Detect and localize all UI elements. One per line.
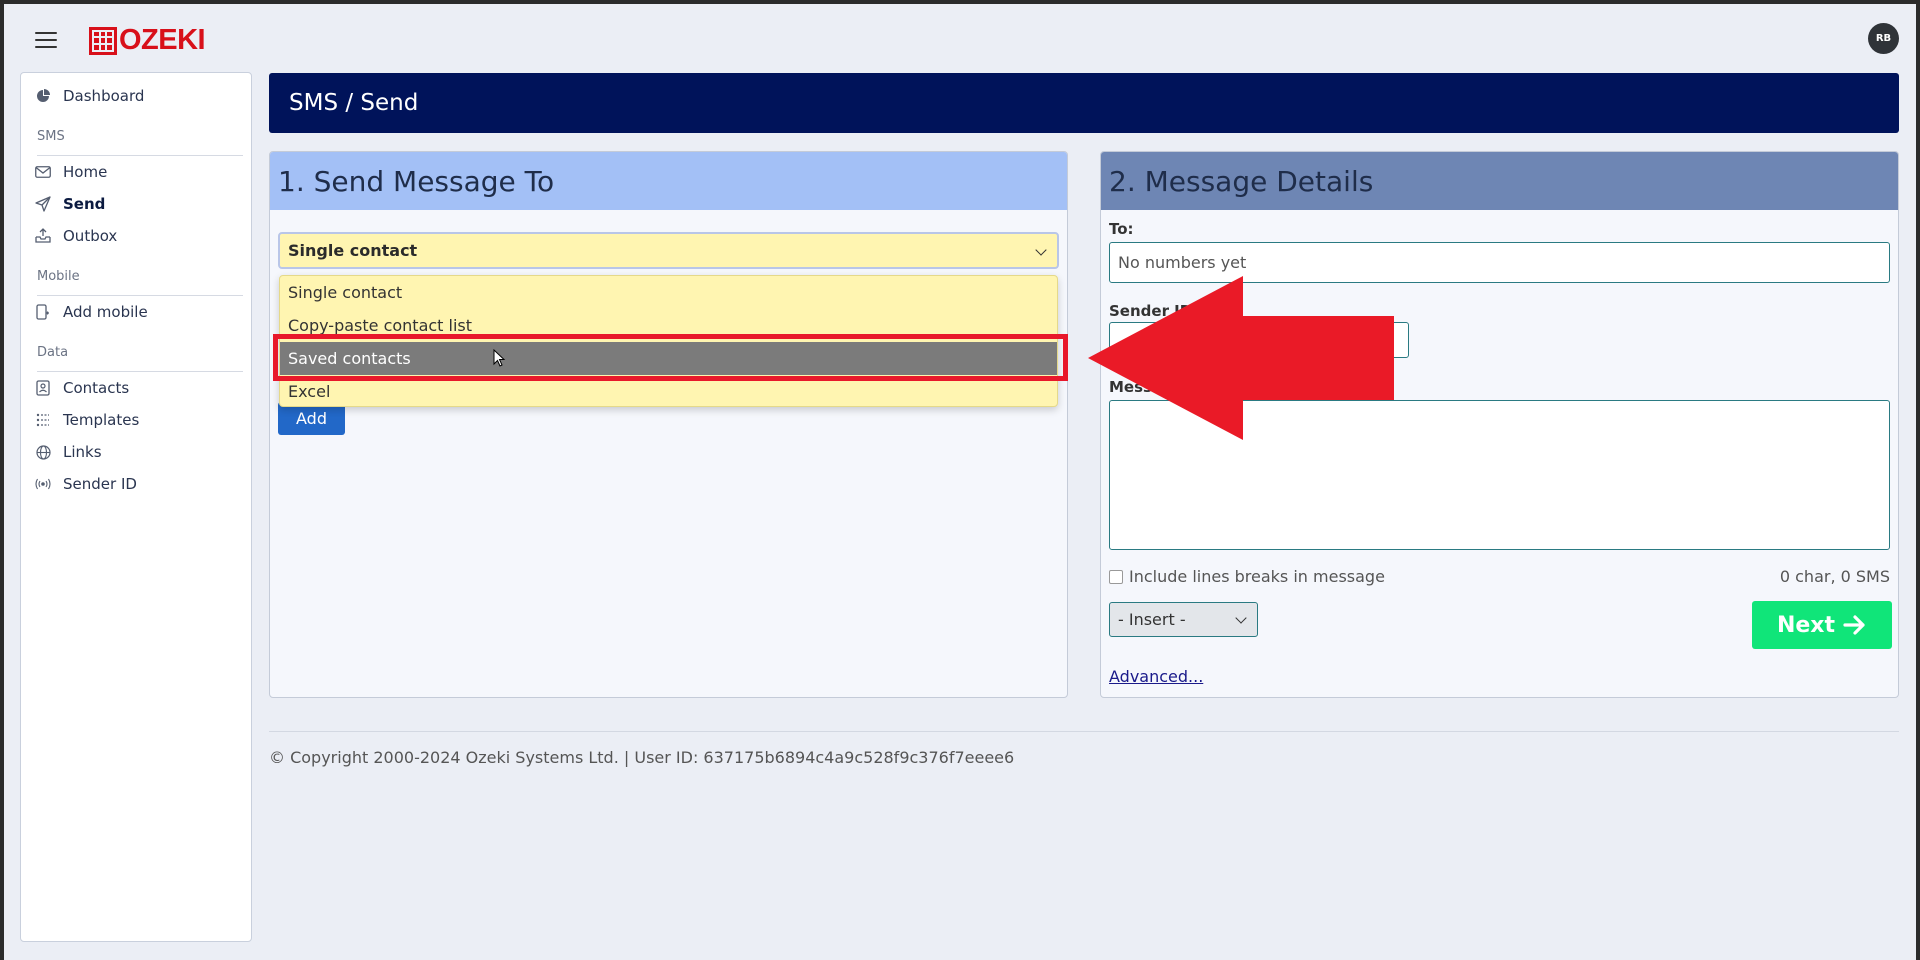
sidebar-section-data: Data [37,345,69,360]
advanced-link[interactable]: Advanced... [1109,667,1203,686]
sidebar-item-links[interactable]: Links [35,443,102,461]
menu-icon[interactable] [35,32,57,48]
option-saved-contacts[interactable]: Saved contacts [280,342,1057,375]
to-label: To: [1109,220,1134,238]
panel-title: 2. Message Details [1101,152,1898,210]
chevron-down-icon [1235,612,1247,624]
sidebar-item-templates[interactable]: Templates [35,411,139,429]
sidebar-item-label: Outbox [63,227,118,245]
message-textarea[interactable] [1109,400,1890,550]
sidebar-divider [37,295,243,296]
sidebar-divider [37,155,243,156]
recipient-type-select[interactable]: Single contact [278,232,1059,269]
message-label: Message [1109,378,1183,396]
sidebar-item-dashboard[interactable]: Dashboard [35,87,144,105]
sidebar-section-sms: SMS [37,129,65,144]
insert-select[interactable]: - Insert - [1109,602,1258,637]
broadcast-icon [35,476,51,492]
sidebar-divider [37,371,243,372]
sidebar-item-send[interactable]: Send [35,195,105,213]
arrow-right-icon [1843,615,1865,635]
line-breaks-checkbox[interactable] [1109,569,1123,584]
panel-title: 1. Send Message To [270,152,1067,210]
sidebar-item-sender-id[interactable]: Sender ID [35,475,137,493]
select-value: Single contact [288,241,418,260]
sidebar-item-label: Home [63,163,108,181]
sidebar-item-label: Dashboard [63,87,145,105]
sidebar-section-mobile: Mobile [37,269,80,284]
envelope-icon [35,164,51,180]
sidebar-item-label: Templates [63,411,140,429]
to-field[interactable]: No numbers yet [1109,242,1890,283]
outbox-tray-icon [35,228,51,244]
window-frame-right [1916,0,1920,960]
window-frame-top [0,0,1920,4]
send-message-to-panel: 1. Send Message To Single contact Add Si… [269,151,1068,698]
next-button-label: Next [1776,612,1836,638]
ozeki-logo-icon [89,26,117,55]
option-single-contact[interactable]: Single contact [280,276,1057,309]
mobile-add-icon [35,304,51,320]
page-title: SMS / Send [269,73,1899,133]
sidebar-item-label: Send [63,195,106,213]
line-breaks-label: Include lines breaks in message [1129,567,1385,586]
list-icon [35,412,51,428]
user-avatar[interactable]: RB [1868,23,1899,54]
sidebar-item-label: Contacts [63,379,130,397]
char-counter: 0 char, 0 SMS [1779,567,1890,586]
sender-id-label: Sender ID [1109,302,1193,320]
globe-icon [35,444,51,460]
sidebar: Dashboard SMS Home Send Outbox Mobile Ad… [20,72,252,942]
sender-id-field[interactable] [1109,322,1409,358]
ozeki-logo[interactable]: OZEKI [89,24,206,57]
contact-card-icon [35,380,51,396]
sidebar-item-label: Links [63,443,102,461]
paper-plane-icon [35,196,51,212]
copyright-footer: © Copyright 2000-2024 Ozeki Systems Ltd.… [269,748,1015,767]
window-frame-left [0,0,4,960]
chevron-down-icon [1035,244,1047,256]
sidebar-item-home[interactable]: Home [35,163,107,181]
insert-select-value: - Insert - [1118,610,1186,629]
logo-text: OZEKI [119,24,206,56]
sidebar-item-add-mobile[interactable]: Add mobile [35,303,148,321]
option-excel[interactable]: Excel [280,375,1057,408]
sidebar-item-outbox[interactable]: Outbox [35,227,117,245]
mouse-cursor-icon [493,349,506,367]
recipient-type-dropdown: Single contact Copy-paste contact list S… [279,275,1058,407]
sidebar-item-label: Sender ID [63,475,137,493]
option-copy-paste-contact-list[interactable]: Copy-paste contact list [280,309,1057,342]
sidebar-item-label: Add mobile [63,303,148,321]
pie-chart-icon [35,88,51,104]
sidebar-item-contacts[interactable]: Contacts [35,379,129,397]
message-details-panel: 2. Message Details To: No numbers yet Se… [1100,151,1899,698]
footer-divider [269,731,1899,732]
line-breaks-option[interactable]: Include lines breaks in message [1109,567,1385,586]
next-button[interactable]: Next [1752,601,1892,649]
